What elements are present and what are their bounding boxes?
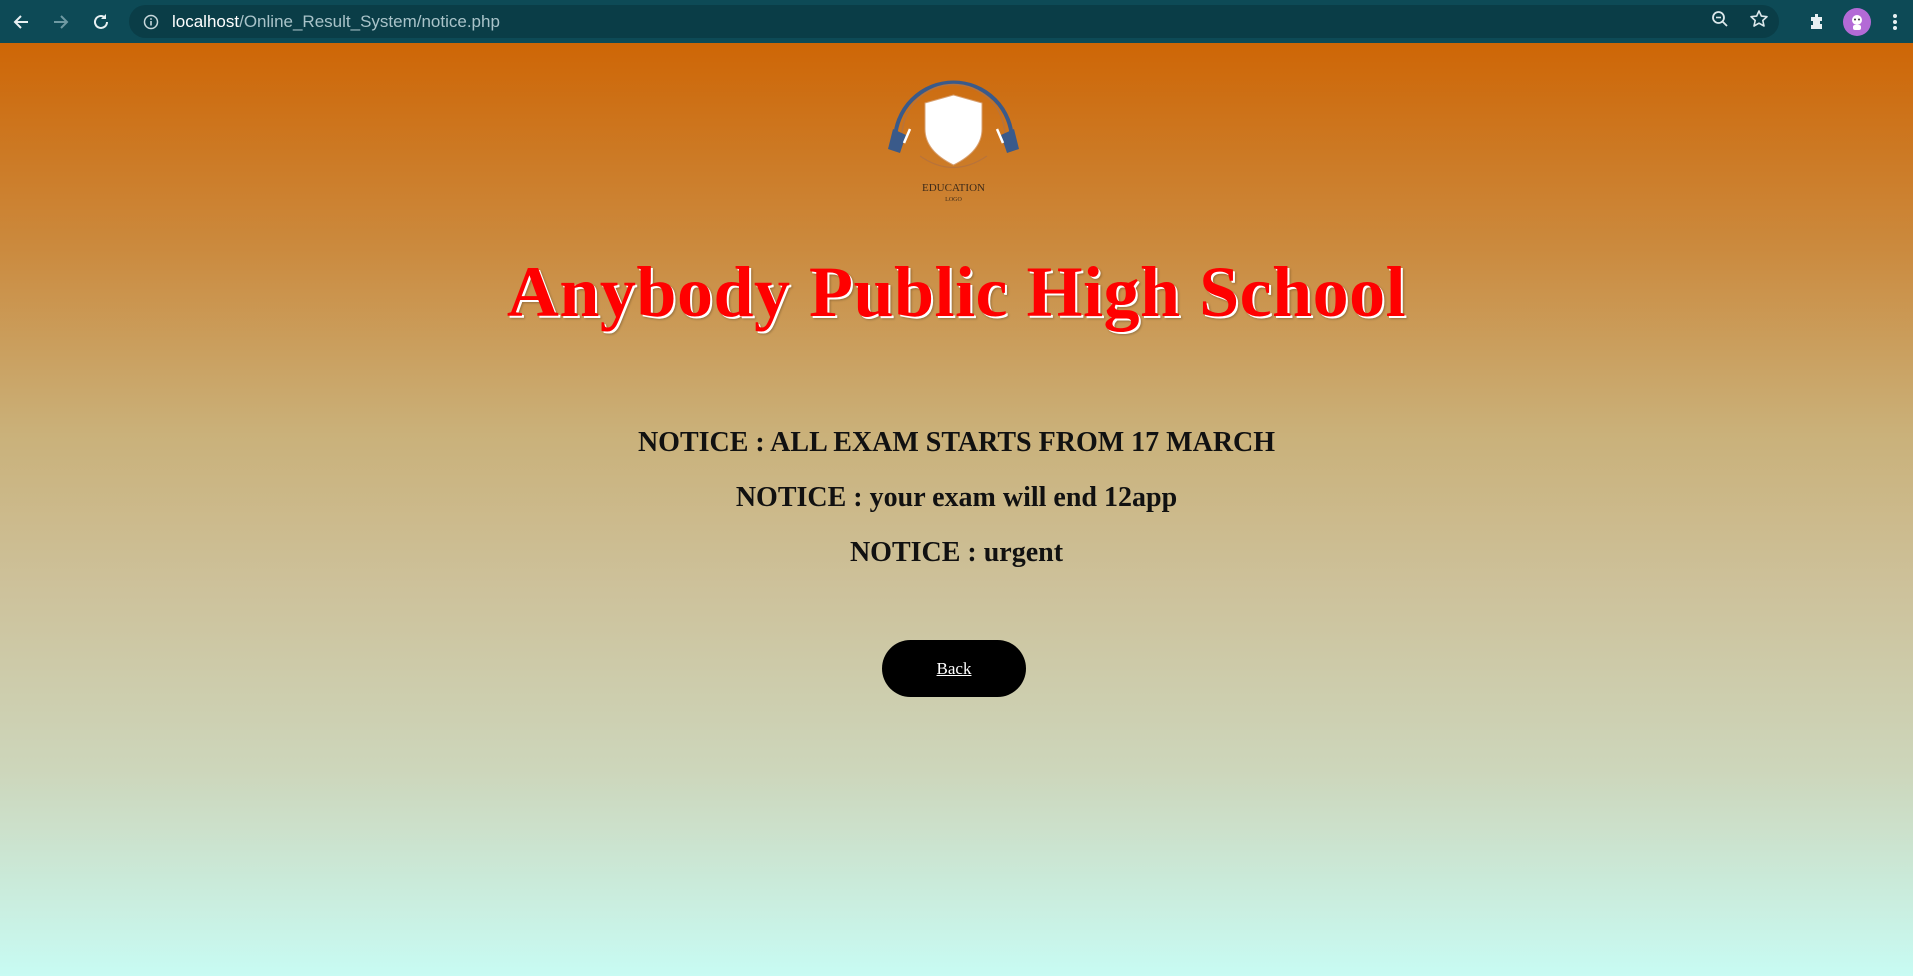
shield-icon [888,80,1019,168]
school-title: Anybody Public High School [506,252,1407,332]
avatar-icon [1843,7,1871,36]
notice-list: NOTICE : ALL EXAM STARTS FROM 17 MARCH N… [0,418,1913,583]
url-host: localhost [172,11,240,31]
notice-item: NOTICE : your exam will end 12app [735,482,1178,513]
url-path: /Online_Result_System/notice.php [239,11,500,31]
reload-icon[interactable] [81,0,121,43]
logo-text-logo: LOGO [945,197,962,203]
logo-text-education: EDUCATION [922,182,985,194]
url-text: localhost/Online_Result_System/notice.ph… [172,12,500,32]
menu-dots-icon[interactable] [1877,0,1913,43]
back-button-label: Back [936,658,972,678]
profile-avatar[interactable] [1837,0,1877,43]
info-icon[interactable] [143,14,159,30]
school-logo: EDUCATION LOGO [880,51,1027,203]
page-body: EDUCATION LOGO Anybody Public High Schoo… [0,43,1913,976]
zoom-icon[interactable] [1711,10,1729,33]
bookmark-star-icon[interactable] [1749,9,1769,34]
extensions-puzzle-icon[interactable] [1797,0,1837,43]
back-button[interactable]: Back [882,640,1026,697]
forward-arrow-icon[interactable] [41,0,81,43]
notice-item: NOTICE : ALL EXAM STARTS FROM 17 MARCH [637,427,1276,458]
back-arrow-icon[interactable] [1,0,41,43]
notice-item: NOTICE : urgent [849,537,1064,568]
address-bar[interactable]: localhost/Online_Result_System/notice.ph… [129,5,1779,38]
browser-toolbar: localhost/Online_Result_System/notice.ph… [0,0,1913,43]
